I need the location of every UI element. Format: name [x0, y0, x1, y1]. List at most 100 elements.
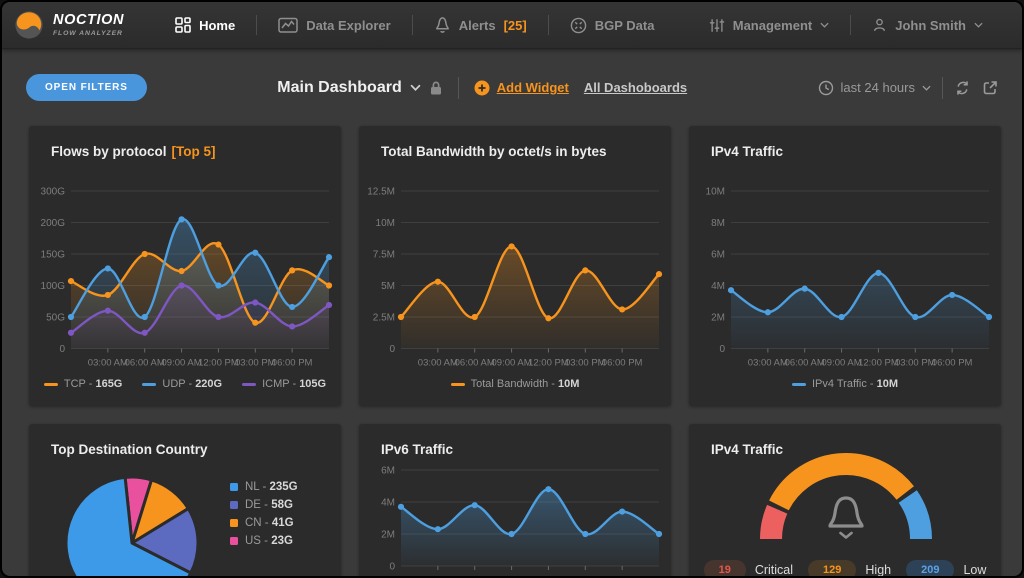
alerts-count-badge: [25]	[504, 18, 527, 33]
data-point-marker[interactable]	[765, 309, 771, 315]
legend-item-TCP[interactable]: TCP - 165G	[44, 378, 123, 390]
data-point-marker[interactable]	[656, 271, 662, 277]
nav-user-menu[interactable]: John Smith	[851, 2, 1004, 48]
total-bandwidth-chart[interactable]: 12.5M10M7.5M5M2.5M003:00 AM06:00 AM09:00…	[367, 179, 663, 379]
y-axis-tick-label: 0	[59, 344, 65, 355]
chart-legend: Total Bandwidth - 10M	[359, 378, 671, 390]
ipv4-traffic-chart[interactable]: 10M8M6M4M2M003:00 AM06:00 AM09:00 AM12:0…	[697, 179, 993, 379]
nav-data-explorer[interactable]: Data Explorer	[257, 2, 412, 48]
time-range-selector[interactable]: last 24 hours	[818, 80, 931, 96]
data-point-marker[interactable]	[178, 216, 184, 222]
legend-label: NL - 235G	[245, 481, 298, 493]
data-point-marker[interactable]	[105, 308, 111, 314]
legend-item-ICMP[interactable]: ICMP - 105G	[242, 378, 326, 390]
pie-legend-item-US[interactable]: US - 23G	[230, 535, 298, 547]
data-point-marker[interactable]	[619, 509, 625, 515]
chevron-down-icon	[410, 84, 421, 91]
data-point-marker[interactable]	[215, 282, 221, 288]
data-point-marker[interactable]	[472, 502, 478, 508]
nav-management[interactable]: Management	[688, 2, 850, 48]
data-point-marker[interactable]	[435, 526, 441, 532]
threshold-Low: 209Low	[906, 560, 986, 578]
data-point-marker[interactable]	[326, 282, 332, 288]
data-point-marker[interactable]	[582, 531, 588, 537]
data-point-marker[interactable]	[398, 504, 404, 510]
brand-subtitle: FLOW ANALYZER	[53, 30, 124, 37]
y-axis-tick-label: 7.5M	[373, 250, 395, 261]
threshold-value-pill[interactable]: 19	[704, 560, 746, 578]
legend-item-UDP[interactable]: UDP - 220G	[142, 378, 222, 390]
legend-item-Total Bandwidth[interactable]: Total Bandwidth - 10M	[451, 378, 580, 390]
management-tune-icon	[709, 18, 725, 33]
dashboard-selector[interactable]: Main Dashboard	[277, 79, 442, 97]
pie-legend-item-DE[interactable]: DE - 58G	[230, 499, 298, 511]
y-axis-tick-label: 8M	[711, 218, 725, 229]
nav-home-label: Home	[199, 18, 235, 33]
data-point-marker[interactable]	[472, 314, 478, 320]
data-point-marker[interactable]	[68, 314, 74, 320]
ipv6-traffic-chart[interactable]: 6M4M2M003:00 AM06:00 AM09:00 AM12:00 PM0…	[367, 458, 663, 578]
time-range-label: last 24 hours	[841, 80, 915, 95]
refresh-button[interactable]	[954, 80, 971, 96]
data-point-marker[interactable]	[178, 268, 184, 274]
data-point-marker[interactable]	[619, 306, 625, 312]
data-point-marker[interactable]	[289, 323, 295, 329]
data-point-marker[interactable]	[289, 267, 295, 273]
data-point-marker[interactable]	[656, 531, 662, 537]
pie-legend-item-CN[interactable]: CN - 41G	[230, 517, 298, 529]
data-point-marker[interactable]	[508, 531, 514, 537]
y-axis-tick-label: 6M	[381, 466, 395, 477]
data-point-marker[interactable]	[178, 282, 184, 288]
data-point-marker[interactable]	[508, 243, 514, 249]
open-filters-button[interactable]: OPEN FILTERS	[26, 74, 147, 101]
threshold-value-pill[interactable]: 209	[906, 560, 954, 578]
data-point-marker[interactable]	[582, 267, 588, 273]
legend-item-IPv4 Traffic[interactable]: IPv4 Traffic - 10M	[792, 378, 898, 390]
add-widget-button[interactable]: Add Widget	[474, 80, 569, 96]
data-point-marker[interactable]	[68, 330, 74, 336]
pie-legend-item-NL[interactable]: NL - 235G	[230, 481, 298, 493]
data-point-marker[interactable]	[875, 270, 881, 276]
nav-alerts[interactable]: Alerts [25]	[413, 2, 548, 48]
data-point-marker[interactable]	[142, 251, 148, 257]
brand-logo[interactable]: NOCTION FLOW ANALYZER	[14, 10, 124, 40]
threshold-value-pill[interactable]: 129	[808, 560, 856, 578]
data-point-marker[interactable]	[252, 299, 258, 305]
widget-total-bandwidth: Total Bandwidth by octet/s in bytes 12.5…	[359, 126, 671, 406]
data-point-marker[interactable]	[215, 314, 221, 320]
gauge-segment-Low[interactable]	[908, 496, 921, 539]
data-point-marker[interactable]	[142, 330, 148, 336]
data-point-marker[interactable]	[142, 314, 148, 320]
data-point-marker[interactable]	[252, 320, 258, 326]
data-point-marker[interactable]	[289, 304, 295, 310]
data-point-marker[interactable]	[105, 265, 111, 271]
data-point-marker[interactable]	[838, 314, 844, 320]
export-button[interactable]	[982, 80, 998, 96]
navbar: NOCTION FLOW ANALYZER Home Data Explorer	[2, 2, 1022, 49]
data-point-marker[interactable]	[949, 292, 955, 298]
data-point-marker[interactable]	[802, 286, 808, 292]
data-point-marker[interactable]	[728, 287, 734, 293]
data-point-marker[interactable]	[545, 315, 551, 321]
legend-swatch	[230, 519, 238, 527]
nav-home[interactable]: Home	[154, 2, 256, 48]
x-axis-tick-label: 06:00 AM	[125, 358, 165, 369]
data-point-marker[interactable]	[398, 314, 404, 320]
data-point-marker[interactable]	[215, 241, 221, 247]
data-point-marker[interactable]	[545, 486, 551, 492]
gauge-segment-Critical[interactable]	[771, 509, 777, 539]
legend-label: Total Bandwidth - 10M	[471, 378, 580, 390]
nav-bgp-data[interactable]: BGP Data	[549, 2, 676, 48]
add-widget-label: Add Widget	[497, 80, 569, 95]
data-point-marker[interactable]	[435, 279, 441, 285]
data-point-marker[interactable]	[326, 302, 332, 308]
data-point-marker[interactable]	[986, 314, 992, 320]
data-point-marker[interactable]	[68, 278, 74, 284]
flows-by-protocol-chart[interactable]: 300G200G150G100G50G003:00 AM06:00 AM09:0…	[37, 179, 333, 379]
data-point-marker[interactable]	[912, 314, 918, 320]
widget-title-accent: [Top 5]	[172, 144, 216, 159]
data-point-marker[interactable]	[105, 292, 111, 298]
data-point-marker[interactable]	[252, 250, 258, 256]
data-point-marker[interactable]	[326, 254, 332, 260]
all-dashboards-link[interactable]: All Dashoboards	[584, 80, 687, 95]
